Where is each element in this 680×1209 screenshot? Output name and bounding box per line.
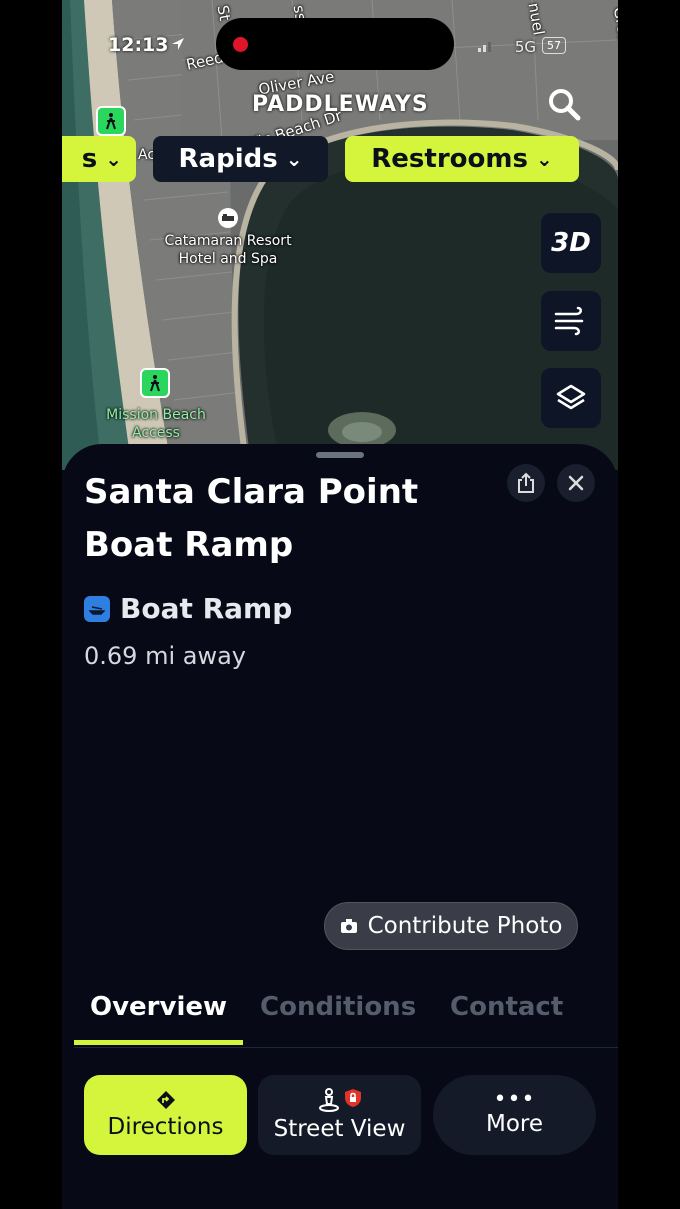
hotel-label: Catamaran Resort Hotel and Spa — [158, 232, 298, 268]
close-button[interactable] — [557, 464, 595, 502]
directions-button[interactable]: Directions — [84, 1075, 247, 1155]
signal-icon — [478, 42, 491, 52]
chevron-down-icon: ⌄ — [535, 147, 553, 171]
walking-access-icon[interactable] — [140, 368, 170, 398]
chevron-down-icon: ⌄ — [285, 147, 303, 171]
status-time: 12:13 — [108, 34, 169, 56]
recording-indicator-icon — [233, 37, 248, 52]
wind-button[interactable] — [541, 291, 601, 351]
search-button[interactable] — [546, 86, 582, 122]
layers-button[interactable] — [541, 368, 601, 428]
filter-chips: s ⌄ Rapids ⌄ Restrooms ⌄ — [62, 136, 618, 182]
search-icon — [549, 89, 581, 121]
street-view-button[interactable]: Street View — [258, 1075, 421, 1155]
street-view-icons — [318, 1088, 362, 1112]
tab-contact[interactable]: Contact — [450, 992, 563, 1022]
tab-overview[interactable]: Overview — [90, 992, 227, 1022]
camera-icon — [340, 919, 357, 933]
battery-level: 57 — [542, 37, 566, 54]
close-icon — [568, 475, 584, 491]
place-detail-sheet: Santa Clara Point Boat Ramp Boat Ramp 0.… — [62, 444, 618, 1209]
beach-access-label: Mission Beach Access — [92, 406, 220, 442]
more-dots-icon: ••• — [493, 1087, 536, 1112]
street-view-icon — [318, 1088, 339, 1112]
chevron-down-icon: ⌄ — [105, 147, 122, 171]
walking-access-icon[interactable] — [96, 106, 126, 136]
sheet-drag-handle[interactable] — [316, 452, 364, 458]
3d-toggle-button[interactable]: 3D — [541, 213, 601, 273]
app-logo: PADDLEWAYS — [252, 92, 429, 117]
active-tab-indicator — [74, 1040, 243, 1045]
action-buttons: Directions Street View ••• More — [84, 1075, 596, 1155]
beach-access-label-line: Access — [132, 425, 180, 441]
directions-icon — [156, 1091, 175, 1109]
satellite-map[interactable]: Reed Oliver Ave cific Beach Dr Grest nue… — [62, 0, 618, 470]
more-label: More — [485, 1111, 544, 1137]
hotel-icon[interactable] — [218, 208, 238, 228]
hotel-label-line: Hotel and Spa — [178, 251, 278, 267]
share-icon — [518, 472, 534, 493]
network-type: 5G — [514, 38, 536, 56]
phone-screen: Reed Oliver Ave cific Beach Dr Grest nue… — [62, 0, 618, 1209]
filter-chip-label: Restrooms — [371, 144, 528, 174]
share-button[interactable] — [507, 464, 545, 502]
lock-icon — [344, 1089, 361, 1107]
street-view-label: Street View — [273, 1116, 406, 1142]
place-category: Boat Ramp — [84, 592, 292, 625]
filter-chip-restrooms[interactable]: Restrooms ⌄ — [345, 136, 579, 182]
place-title: Santa Clara Point Boat Ramp — [84, 472, 419, 565]
tab-conditions[interactable]: Conditions — [260, 992, 416, 1022]
distance-text: 0.69 mi away — [84, 642, 246, 670]
more-button[interactable]: ••• More — [433, 1075, 596, 1155]
location-arrow-icon — [172, 38, 184, 50]
directions-label: Directions — [107, 1114, 224, 1140]
contribute-photo-button[interactable]: Contribute Photo — [324, 902, 578, 950]
map-imagery — [62, 0, 618, 470]
dynamic-island — [216, 18, 454, 70]
category-label: Boat Ramp — [120, 592, 293, 625]
boat-ramp-icon — [84, 595, 110, 622]
filter-chip-partial[interactable]: s ⌄ — [62, 136, 136, 182]
wind-icon — [554, 306, 584, 336]
beach-access-label-line: Mission Beach — [106, 407, 206, 423]
hotel-label-line: Catamaran Resort — [164, 233, 292, 249]
layers-icon — [556, 384, 586, 410]
filter-chip-label: s — [81, 144, 98, 174]
detail-tabs: Overview Conditions Contact — [74, 992, 618, 1048]
contribute-photo-label: Contribute Photo — [367, 913, 563, 939]
filter-chip-label: Rapids — [178, 144, 278, 174]
filter-chip-rapids[interactable]: Rapids ⌄ — [153, 136, 328, 182]
